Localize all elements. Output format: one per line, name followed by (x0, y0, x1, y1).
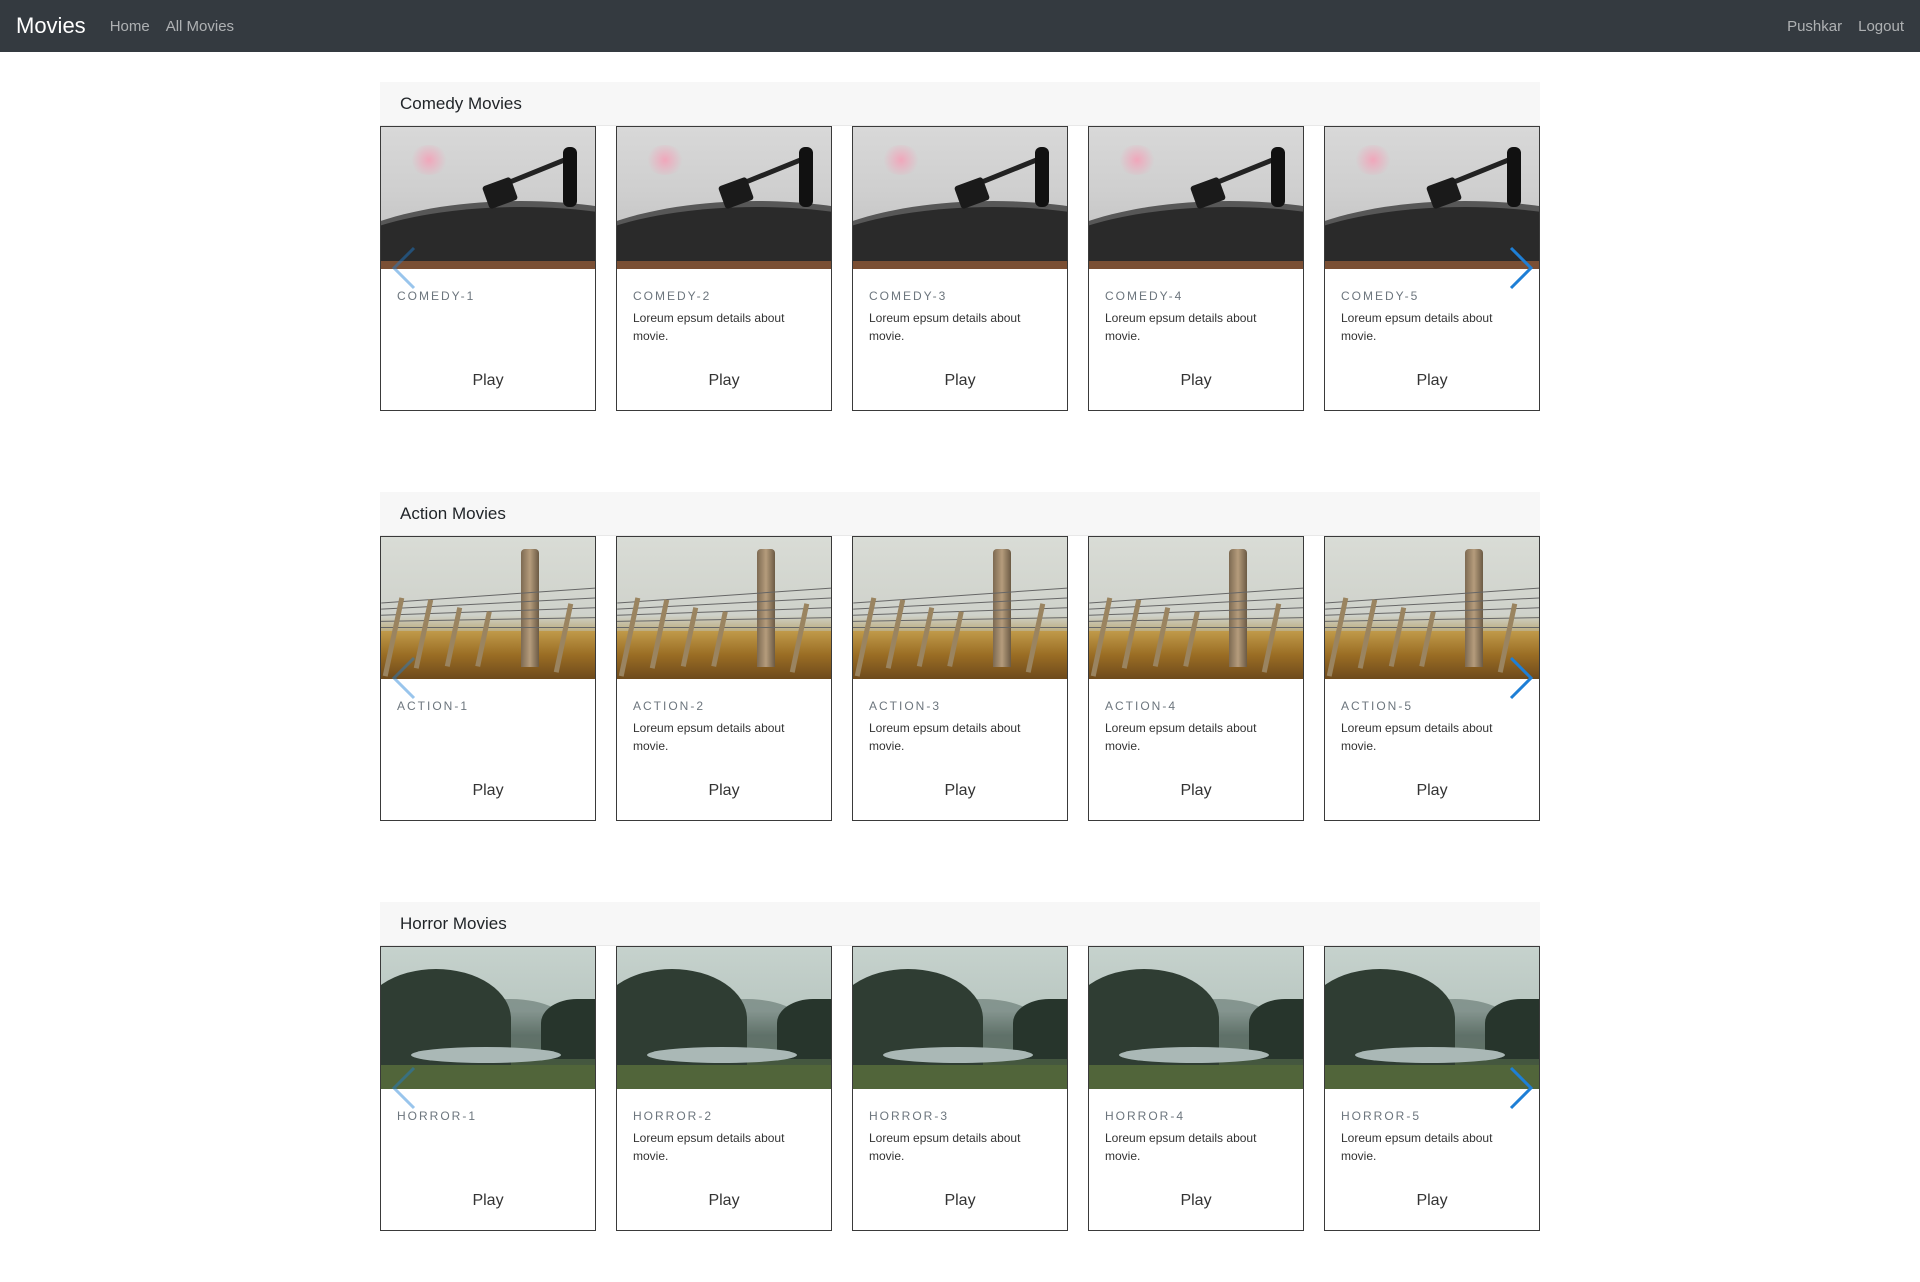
play-button[interactable]: Play (381, 782, 595, 800)
section-title: Comedy Movies (380, 82, 1540, 126)
movie-title: COMEDY-2 (633, 289, 712, 303)
movie-card[interactable]: HORROR-3 Loreum epsum details about movie… (852, 946, 1068, 1231)
movie-title: HORROR-4 (1105, 1109, 1186, 1123)
movie-poster (617, 947, 831, 1089)
movie-title: COMEDY-3 (869, 289, 948, 303)
movie-poster (853, 947, 1067, 1089)
movie-description: Loreum epsum details about movie. (869, 311, 1021, 343)
movie-title: COMEDY-5 (1341, 289, 1420, 303)
chevron-right-icon[interactable] (1505, 1066, 1535, 1110)
chevron-left-icon[interactable] (390, 656, 420, 700)
movie-title: COMEDY-1 (397, 289, 476, 303)
play-button[interactable]: Play (1089, 1192, 1303, 1210)
movie-description: Loreum epsum details about movie. (869, 1131, 1021, 1163)
movie-poster (853, 127, 1067, 269)
play-button[interactable]: Play (1325, 372, 1539, 390)
movie-carousel: COMEDY-1 Play COMEDY-2 Loreum epsum details… (380, 126, 1540, 411)
movie-title: ACTION-2 (633, 699, 706, 713)
movie-description (397, 309, 579, 345)
movie-poster (1089, 127, 1303, 269)
chevron-right-icon[interactable] (1505, 656, 1535, 700)
play-button[interactable]: Play (617, 782, 831, 800)
play-button[interactable]: Play (1089, 372, 1303, 390)
movie-description: Loreum epsum details about movie. (1105, 721, 1257, 753)
movie-title: ACTION-5 (1341, 699, 1414, 713)
movie-title: ACTION-3 (869, 699, 942, 713)
movie-section: Action Movies ACTION-1 Play ACTION-2 Loreum … (380, 492, 1540, 821)
movie-card[interactable]: HORROR-2 Loreum epsum details about movie… (616, 946, 832, 1231)
movie-description: Loreum epsum details about movie. (633, 721, 785, 753)
movie-description: Loreum epsum details about movie. (869, 721, 1021, 753)
user-link[interactable]: Pushkar (1787, 18, 1842, 35)
movie-card[interactable]: COMEDY-3 Loreum epsum details about movie… (852, 126, 1068, 411)
movie-poster (617, 127, 831, 269)
play-button[interactable]: Play (853, 782, 1067, 800)
movie-description: Loreum epsum details about movie. (1105, 311, 1257, 343)
movie-description (397, 719, 579, 755)
play-button[interactable]: Play (617, 372, 831, 390)
play-button[interactable]: Play (1089, 782, 1303, 800)
movie-description: Loreum epsum details about movie. (1341, 1131, 1493, 1163)
movie-description (397, 1129, 579, 1165)
movie-title: COMEDY-4 (1105, 289, 1184, 303)
chevron-left-icon[interactable] (390, 246, 420, 290)
movie-poster (853, 537, 1067, 679)
brand[interactable]: Movies (16, 13, 86, 39)
movie-description: Loreum epsum details about movie. (1105, 1131, 1257, 1163)
chevron-right-icon[interactable] (1505, 246, 1535, 290)
movie-description: Loreum epsum details about movie. (633, 1131, 785, 1163)
play-button[interactable]: Play (381, 1192, 595, 1210)
play-button[interactable]: Play (853, 1192, 1067, 1210)
movie-card[interactable]: COMEDY-4 Loreum epsum details about movie… (1088, 126, 1304, 411)
movie-card[interactable]: ACTION-4 Loreum epsum details about movie… (1088, 536, 1304, 821)
movie-section: Comedy Movies COMEDY-1 Play COMEDY-2 Loreum … (380, 82, 1540, 411)
movie-card[interactable]: COMEDY-2 Loreum epsum details about movie… (616, 126, 832, 411)
play-button[interactable]: Play (1325, 1192, 1539, 1210)
movie-title: HORROR-5 (1341, 1109, 1422, 1123)
movie-card[interactable]: HORROR-4 Loreum epsum details about movie… (1088, 946, 1304, 1231)
play-button[interactable]: Play (1325, 782, 1539, 800)
play-button[interactable]: Play (381, 372, 595, 390)
section-title: Action Movies (380, 492, 1540, 536)
movie-title: HORROR-3 (869, 1109, 950, 1123)
movie-title: HORROR-1 (397, 1109, 478, 1123)
movie-carousel: ACTION-1 Play ACTION-2 Loreum epsum details… (380, 536, 1540, 821)
logout-link[interactable]: Logout (1858, 18, 1904, 35)
section-title: Horror Movies (380, 902, 1540, 946)
movie-poster (1089, 537, 1303, 679)
movie-carousel: HORROR-1 Play HORROR-2 Loreum epsum details… (380, 946, 1540, 1231)
movie-poster (617, 537, 831, 679)
movie-description: Loreum epsum details about movie. (633, 311, 785, 343)
chevron-left-icon[interactable] (390, 1066, 420, 1110)
nav-all-movies-link[interactable]: All Movies (166, 18, 234, 35)
nav-right: Pushkar Logout (1771, 18, 1904, 35)
movie-card[interactable]: ACTION-3 Loreum epsum details about movie… (852, 536, 1068, 821)
nav-home-link[interactable]: Home (110, 18, 150, 35)
navbar: Movies Home All Movies Pushkar Logout (0, 0, 1920, 52)
movie-section: Horror Movies HORROR-1 Play HORROR-2 Loreum … (380, 902, 1540, 1231)
play-button[interactable]: Play (617, 1192, 831, 1210)
movie-description: Loreum epsum details about movie. (1341, 311, 1493, 343)
movie-poster (1089, 947, 1303, 1089)
movie-card[interactable]: ACTION-2 Loreum epsum details about movie… (616, 536, 832, 821)
play-button[interactable]: Play (853, 372, 1067, 390)
movie-title: ACTION-1 (397, 699, 470, 713)
movie-description: Loreum epsum details about movie. (1341, 721, 1493, 753)
movie-title: HORROR-2 (633, 1109, 714, 1123)
movie-title: ACTION-4 (1105, 699, 1178, 713)
